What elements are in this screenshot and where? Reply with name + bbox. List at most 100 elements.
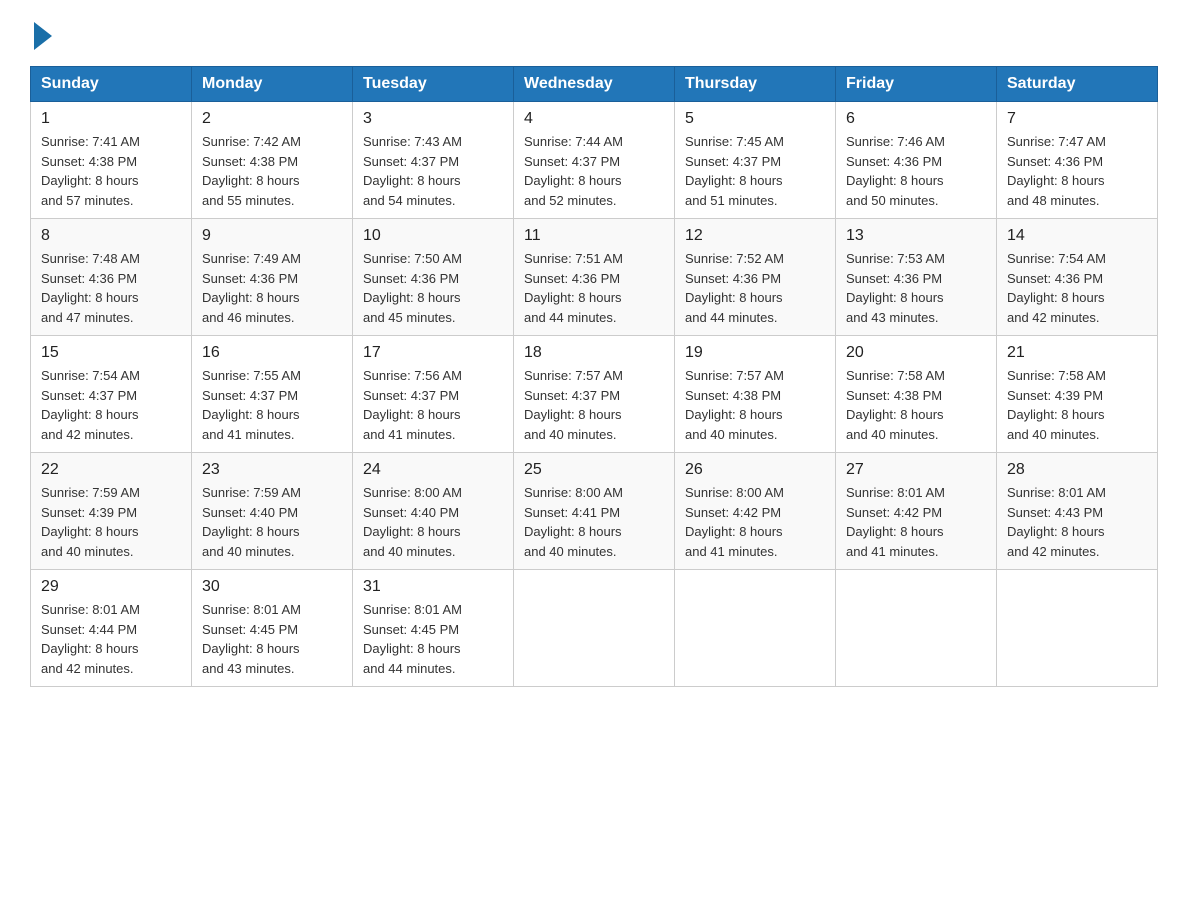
day-info: Sunrise: 7:48 AM Sunset: 4:36 PM Dayligh… (41, 249, 181, 327)
day-info: Sunrise: 7:54 AM Sunset: 4:36 PM Dayligh… (1007, 249, 1147, 327)
day-number: 5 (685, 110, 825, 128)
day-number: 22 (41, 461, 181, 479)
day-info: Sunrise: 7:44 AM Sunset: 4:37 PM Dayligh… (524, 132, 664, 210)
day-info: Sunrise: 7:59 AM Sunset: 4:39 PM Dayligh… (41, 483, 181, 561)
day-number: 1 (41, 110, 181, 128)
calendar-day-cell: 31 Sunrise: 8:01 AM Sunset: 4:45 PM Dayl… (353, 570, 514, 687)
day-info: Sunrise: 7:41 AM Sunset: 4:38 PM Dayligh… (41, 132, 181, 210)
calendar-table: SundayMondayTuesdayWednesdayThursdayFrid… (30, 66, 1158, 687)
calendar-day-cell: 23 Sunrise: 7:59 AM Sunset: 4:40 PM Dayl… (192, 453, 353, 570)
calendar-day-cell: 21 Sunrise: 7:58 AM Sunset: 4:39 PM Dayl… (997, 336, 1158, 453)
day-info: Sunrise: 8:00 AM Sunset: 4:41 PM Dayligh… (524, 483, 664, 561)
day-number: 26 (685, 461, 825, 479)
day-info: Sunrise: 7:57 AM Sunset: 4:38 PM Dayligh… (685, 366, 825, 444)
day-number: 23 (202, 461, 342, 479)
day-info: Sunrise: 7:58 AM Sunset: 4:39 PM Dayligh… (1007, 366, 1147, 444)
calendar-day-cell: 3 Sunrise: 7:43 AM Sunset: 4:37 PM Dayli… (353, 102, 514, 219)
day-number: 21 (1007, 344, 1147, 362)
day-info: Sunrise: 8:01 AM Sunset: 4:42 PM Dayligh… (846, 483, 986, 561)
calendar-day-cell: 10 Sunrise: 7:50 AM Sunset: 4:36 PM Dayl… (353, 219, 514, 336)
day-info: Sunrise: 7:49 AM Sunset: 4:36 PM Dayligh… (202, 249, 342, 327)
day-number: 3 (363, 110, 503, 128)
day-number: 11 (524, 227, 664, 245)
day-number: 2 (202, 110, 342, 128)
calendar-day-cell: 9 Sunrise: 7:49 AM Sunset: 4:36 PM Dayli… (192, 219, 353, 336)
calendar-day-cell (675, 570, 836, 687)
day-info: Sunrise: 8:01 AM Sunset: 4:43 PM Dayligh… (1007, 483, 1147, 561)
calendar-day-cell: 6 Sunrise: 7:46 AM Sunset: 4:36 PM Dayli… (836, 102, 997, 219)
day-number: 28 (1007, 461, 1147, 479)
calendar-day-cell: 30 Sunrise: 8:01 AM Sunset: 4:45 PM Dayl… (192, 570, 353, 687)
calendar-day-cell: 13 Sunrise: 7:53 AM Sunset: 4:36 PM Dayl… (836, 219, 997, 336)
day-info: Sunrise: 7:52 AM Sunset: 4:36 PM Dayligh… (685, 249, 825, 327)
day-number: 17 (363, 344, 503, 362)
day-info: Sunrise: 7:42 AM Sunset: 4:38 PM Dayligh… (202, 132, 342, 210)
day-number: 19 (685, 344, 825, 362)
day-info: Sunrise: 8:00 AM Sunset: 4:42 PM Dayligh… (685, 483, 825, 561)
calendar-day-cell: 22 Sunrise: 7:59 AM Sunset: 4:39 PM Dayl… (31, 453, 192, 570)
day-number: 25 (524, 461, 664, 479)
calendar-day-header: Friday (836, 67, 997, 102)
day-number: 30 (202, 578, 342, 596)
calendar-week-row: 29 Sunrise: 8:01 AM Sunset: 4:44 PM Dayl… (31, 570, 1158, 687)
day-number: 7 (1007, 110, 1147, 128)
calendar-day-cell: 5 Sunrise: 7:45 AM Sunset: 4:37 PM Dayli… (675, 102, 836, 219)
day-number: 29 (41, 578, 181, 596)
calendar-day-cell: 14 Sunrise: 7:54 AM Sunset: 4:36 PM Dayl… (997, 219, 1158, 336)
day-info: Sunrise: 7:47 AM Sunset: 4:36 PM Dayligh… (1007, 132, 1147, 210)
calendar-week-row: 8 Sunrise: 7:48 AM Sunset: 4:36 PM Dayli… (31, 219, 1158, 336)
calendar-day-cell: 24 Sunrise: 8:00 AM Sunset: 4:40 PM Dayl… (353, 453, 514, 570)
calendar-day-header: Sunday (31, 67, 192, 102)
day-number: 24 (363, 461, 503, 479)
day-number: 27 (846, 461, 986, 479)
calendar-day-cell (836, 570, 997, 687)
day-info: Sunrise: 7:43 AM Sunset: 4:37 PM Dayligh… (363, 132, 503, 210)
day-info: Sunrise: 8:01 AM Sunset: 4:44 PM Dayligh… (41, 600, 181, 678)
calendar-day-cell: 27 Sunrise: 8:01 AM Sunset: 4:42 PM Dayl… (836, 453, 997, 570)
calendar-day-header: Thursday (675, 67, 836, 102)
calendar-day-header: Tuesday (353, 67, 514, 102)
logo (30, 20, 52, 46)
calendar-day-cell: 1 Sunrise: 7:41 AM Sunset: 4:38 PM Dayli… (31, 102, 192, 219)
day-info: Sunrise: 7:56 AM Sunset: 4:37 PM Dayligh… (363, 366, 503, 444)
calendar-day-header: Monday (192, 67, 353, 102)
day-number: 31 (363, 578, 503, 596)
calendar-header-row: SundayMondayTuesdayWednesdayThursdayFrid… (31, 67, 1158, 102)
page-header (30, 20, 1158, 46)
day-info: Sunrise: 7:46 AM Sunset: 4:36 PM Dayligh… (846, 132, 986, 210)
day-number: 12 (685, 227, 825, 245)
calendar-day-cell: 2 Sunrise: 7:42 AM Sunset: 4:38 PM Dayli… (192, 102, 353, 219)
calendar-day-cell: 26 Sunrise: 8:00 AM Sunset: 4:42 PM Dayl… (675, 453, 836, 570)
day-info: Sunrise: 7:53 AM Sunset: 4:36 PM Dayligh… (846, 249, 986, 327)
day-number: 15 (41, 344, 181, 362)
calendar-day-cell: 4 Sunrise: 7:44 AM Sunset: 4:37 PM Dayli… (514, 102, 675, 219)
day-info: Sunrise: 7:45 AM Sunset: 4:37 PM Dayligh… (685, 132, 825, 210)
day-info: Sunrise: 7:51 AM Sunset: 4:36 PM Dayligh… (524, 249, 664, 327)
calendar-day-cell: 20 Sunrise: 7:58 AM Sunset: 4:38 PM Dayl… (836, 336, 997, 453)
calendar-week-row: 15 Sunrise: 7:54 AM Sunset: 4:37 PM Dayl… (31, 336, 1158, 453)
calendar-day-cell (997, 570, 1158, 687)
calendar-day-cell: 25 Sunrise: 8:00 AM Sunset: 4:41 PM Dayl… (514, 453, 675, 570)
calendar-day-cell: 19 Sunrise: 7:57 AM Sunset: 4:38 PM Dayl… (675, 336, 836, 453)
day-number: 4 (524, 110, 664, 128)
day-number: 13 (846, 227, 986, 245)
day-info: Sunrise: 7:59 AM Sunset: 4:40 PM Dayligh… (202, 483, 342, 561)
day-info: Sunrise: 7:57 AM Sunset: 4:37 PM Dayligh… (524, 366, 664, 444)
day-number: 16 (202, 344, 342, 362)
day-info: Sunrise: 8:00 AM Sunset: 4:40 PM Dayligh… (363, 483, 503, 561)
calendar-day-cell: 17 Sunrise: 7:56 AM Sunset: 4:37 PM Dayl… (353, 336, 514, 453)
calendar-day-cell: 16 Sunrise: 7:55 AM Sunset: 4:37 PM Dayl… (192, 336, 353, 453)
calendar-day-header: Saturday (997, 67, 1158, 102)
calendar-day-cell: 18 Sunrise: 7:57 AM Sunset: 4:37 PM Dayl… (514, 336, 675, 453)
day-number: 8 (41, 227, 181, 245)
calendar-day-cell: 8 Sunrise: 7:48 AM Sunset: 4:36 PM Dayli… (31, 219, 192, 336)
calendar-day-cell: 15 Sunrise: 7:54 AM Sunset: 4:37 PM Dayl… (31, 336, 192, 453)
day-number: 14 (1007, 227, 1147, 245)
calendar-day-header: Wednesday (514, 67, 675, 102)
day-info: Sunrise: 7:55 AM Sunset: 4:37 PM Dayligh… (202, 366, 342, 444)
logo-arrow-icon (34, 22, 52, 50)
day-info: Sunrise: 8:01 AM Sunset: 4:45 PM Dayligh… (363, 600, 503, 678)
calendar-day-cell: 11 Sunrise: 7:51 AM Sunset: 4:36 PM Dayl… (514, 219, 675, 336)
day-number: 6 (846, 110, 986, 128)
calendar-day-cell: 29 Sunrise: 8:01 AM Sunset: 4:44 PM Dayl… (31, 570, 192, 687)
